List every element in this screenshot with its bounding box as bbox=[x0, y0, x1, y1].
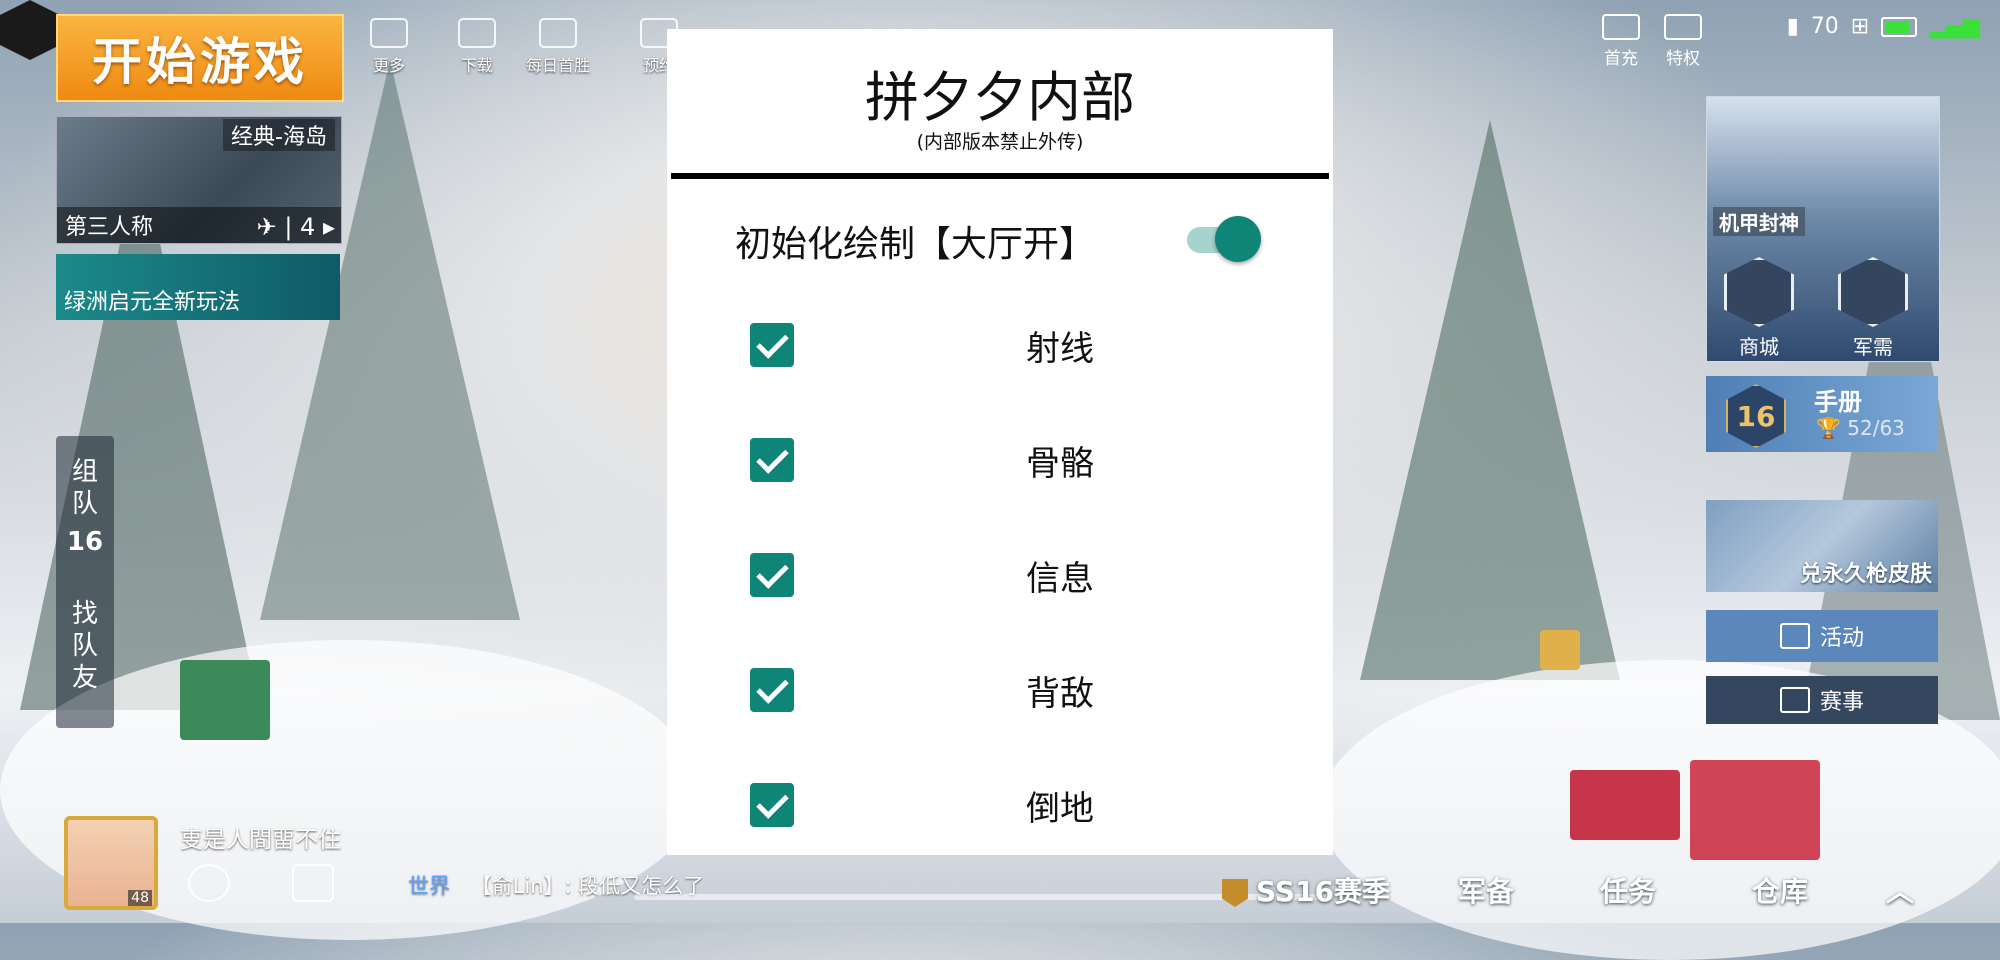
init-draw-switch[interactable] bbox=[1181, 215, 1261, 263]
skin-exchange-label: 兑永久枪皮肤 bbox=[1799, 562, 1932, 587]
signal-icon: ▂▄▆ bbox=[1929, 14, 1980, 39]
option-row-behind-enemy[interactable]: 背敌 bbox=[667, 656, 1333, 726]
privilege-button[interactable]: 特权 bbox=[1664, 14, 1702, 69]
coin-count: 70 bbox=[1810, 14, 1839, 39]
player-level: 48 bbox=[128, 890, 152, 906]
skeleton-label: 骨骼 bbox=[1026, 444, 1094, 484]
event-banner-label: 绿洲启元全新玩法 bbox=[64, 290, 241, 315]
manual-card[interactable]: 16 手册 🏆 52/63 bbox=[1706, 376, 1938, 452]
squad-count: 4 bbox=[300, 213, 316, 241]
menu-subtitle: (内部版本禁止外传) bbox=[916, 131, 1084, 153]
option-row-ray[interactable]: 射线 bbox=[667, 311, 1333, 381]
squad-indicator: ✈ | 4 ▸ bbox=[256, 213, 335, 241]
match-button[interactable]: 赛事 bbox=[1706, 676, 1938, 724]
find-label-3: 友 bbox=[71, 663, 98, 693]
crate-icon bbox=[1838, 257, 1908, 327]
init-draw-label: 初始化绘制【大厅开】 bbox=[735, 224, 1096, 265]
season-label: SS16赛季 bbox=[1256, 875, 1391, 908]
find-label-2: 队 bbox=[71, 631, 98, 661]
mech-label: 机甲封神 bbox=[1713, 207, 1805, 236]
trophy-icon bbox=[539, 18, 577, 48]
friends-icon[interactable] bbox=[292, 864, 334, 902]
menu-divider bbox=[671, 173, 1329, 179]
mode-map-label: 经典-海岛 bbox=[223, 119, 335, 151]
chest-icon bbox=[1602, 14, 1640, 40]
privilege-label: 特权 bbox=[1666, 49, 1700, 69]
tv-icon bbox=[1779, 687, 1810, 713]
more-label: 更多 bbox=[372, 56, 405, 75]
add-coins-icon[interactable]: ⊞ bbox=[1851, 14, 1869, 39]
download-icon bbox=[458, 18, 496, 48]
player-avatar[interactable]: 48 bbox=[64, 816, 158, 910]
option-row-info[interactable]: 信息 bbox=[667, 541, 1333, 611]
season-nav[interactable]: SS16赛季 bbox=[1222, 870, 1390, 910]
manual-progress-value: 52/63 bbox=[1847, 416, 1905, 440]
battery-icon bbox=[1881, 16, 1918, 37]
downed-label: 倒地 bbox=[1026, 789, 1094, 829]
switch-knob bbox=[1215, 216, 1261, 262]
chat-channel: 世界 bbox=[408, 874, 450, 898]
tasks-nav[interactable]: 任务 bbox=[1600, 870, 1656, 910]
player-name: 叓是人間畱不住 bbox=[180, 827, 341, 853]
manual-level-badge: 16 bbox=[1726, 384, 1786, 448]
team-level: 16 bbox=[66, 527, 104, 557]
shop-bag-icon bbox=[1724, 257, 1794, 327]
info-label: 信息 bbox=[1026, 559, 1094, 599]
expand-menu-icon[interactable]: ︿ bbox=[1886, 870, 1914, 910]
init-draw-row: 初始化绘制【大厅开】 bbox=[667, 209, 1333, 269]
option-row-skeleton[interactable]: 骨骼 bbox=[667, 426, 1333, 496]
grid-icon bbox=[370, 18, 408, 48]
crown-icon bbox=[1664, 14, 1702, 40]
status-bar: ▮ 70 ⊞ ▂▄▆ bbox=[1787, 14, 1980, 39]
download-label: 下载 bbox=[460, 56, 493, 75]
menu-title: 拼夕夕内部 bbox=[865, 66, 1135, 129]
military-label: 军需 bbox=[1853, 335, 1893, 359]
mech-promo-card[interactable]: 机甲封神 商城 军需 bbox=[1706, 96, 1940, 362]
mode-select-card[interactable]: 经典-海岛 第三人称 ✈ | 4 ▸ bbox=[56, 116, 342, 244]
match-label: 赛事 bbox=[1819, 690, 1864, 715]
warehouse-nav[interactable]: 仓库 bbox=[1752, 870, 1808, 910]
find-label-1: 找 bbox=[71, 599, 98, 629]
daily-win-button[interactable]: 每日首胜 bbox=[526, 18, 590, 76]
cheat-menu-panel: 拼夕夕内部 (内部版本禁止外传) 初始化绘制【大厅开】 射线 骨骼 信息 背敌 … bbox=[667, 29, 1333, 855]
first-charge-label: 首充 bbox=[1604, 49, 1638, 69]
shop-button[interactable]: 商城 bbox=[1719, 257, 1799, 360]
download-button[interactable]: 下载 bbox=[458, 18, 496, 76]
perspective-label: 第三人称 bbox=[65, 215, 154, 240]
activity-label: 活动 bbox=[1819, 626, 1864, 651]
team-label-2: 队 bbox=[71, 489, 98, 519]
armory-nav[interactable]: 军备 bbox=[1458, 870, 1514, 910]
first-charge-button[interactable]: 首充 bbox=[1602, 14, 1640, 69]
event-banner[interactable]: 绿洲启元全新玩法 bbox=[56, 254, 340, 320]
manual-title: 手册 bbox=[1814, 388, 1862, 416]
app-logo bbox=[0, 0, 60, 60]
option-row-downed[interactable]: 倒地 bbox=[667, 771, 1333, 841]
team-label-1: 组 bbox=[71, 457, 98, 487]
more-button[interactable]: 更多 bbox=[370, 18, 408, 76]
profile-icon[interactable] bbox=[188, 864, 230, 902]
military-supply-button[interactable]: 军需 bbox=[1833, 257, 1913, 360]
season-badge-icon bbox=[1222, 879, 1248, 907]
ray-label: 射线 bbox=[1026, 329, 1094, 369]
start-game-button[interactable]: 开始游戏 bbox=[56, 14, 344, 102]
behind-enemy-label: 背敌 bbox=[1026, 674, 1094, 714]
manual-progress: 🏆 52/63 bbox=[1816, 416, 1905, 440]
activity-button[interactable]: 活动 bbox=[1706, 610, 1938, 662]
shop-label: 商城 bbox=[1739, 335, 1779, 359]
daily-win-label: 每日首胜 bbox=[526, 56, 591, 75]
coupon-icon: ▮ bbox=[1786, 14, 1799, 39]
skin-exchange-card[interactable]: 兑永久枪皮肤 bbox=[1706, 500, 1938, 592]
team-panel[interactable]: 组 队 16 找 队 友 bbox=[56, 436, 114, 728]
gift-box-icon bbox=[1779, 623, 1810, 649]
